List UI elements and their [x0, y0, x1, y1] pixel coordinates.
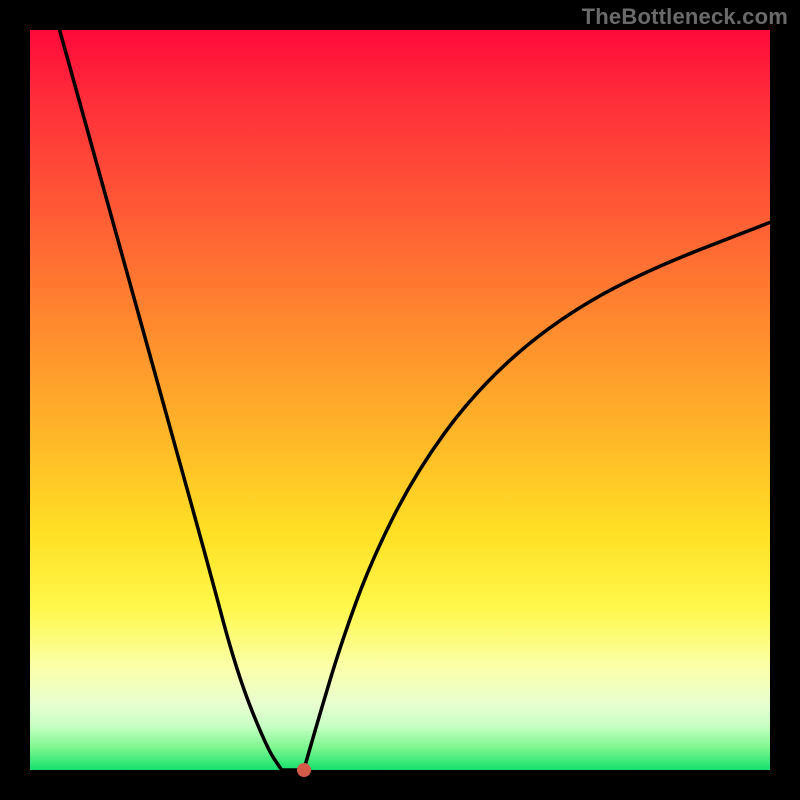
- watermark-text: TheBottleneck.com: [582, 4, 788, 30]
- chart-frame: TheBottleneck.com: [0, 0, 800, 800]
- plot-area: [30, 30, 770, 770]
- bottleneck-curve: [30, 30, 770, 770]
- minimum-marker: [297, 763, 311, 777]
